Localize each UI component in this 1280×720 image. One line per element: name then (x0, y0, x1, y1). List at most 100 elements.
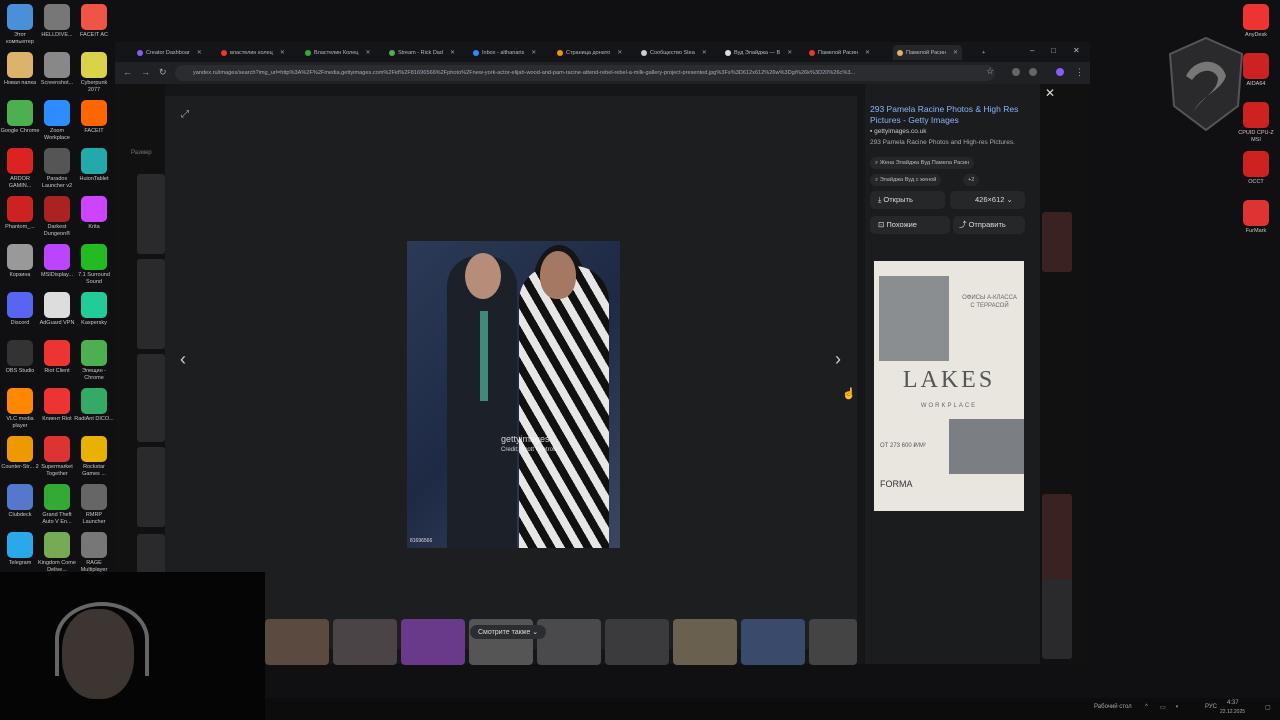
extensions-puzzle-icon[interactable] (1029, 68, 1037, 76)
desktop-shortcut[interactable]: 7.1 Surround Sound (74, 244, 114, 285)
desktop-shortcut[interactable]: RadiAnt DICO... (74, 388, 114, 423)
see-also-thumb[interactable] (333, 619, 397, 665)
see-also-thumb[interactable] (265, 619, 329, 665)
see-also-thumb[interactable] (401, 619, 465, 665)
desktop-shortcut[interactable]: Telegram (0, 532, 40, 567)
clock-date[interactable]: 22.12.2025 (1220, 709, 1245, 715)
desktop-shortcut[interactable]: HuionTablet (74, 148, 114, 183)
tag-chip[interactable]: ⌕ Элайджа Вуд с женой (870, 174, 942, 186)
desktop-shortcut[interactable]: Screenshot... (37, 52, 77, 87)
tab-close-icon[interactable]: ✕ (865, 49, 870, 56)
see-also-thumb[interactable] (537, 619, 601, 665)
desktop-shortcut[interactable]: VLC media player (0, 388, 40, 429)
fullscreen-icon[interactable]: ⤢ (181, 109, 189, 120)
desktop-shortcut[interactable]: Kingdom Come Delive... (37, 532, 77, 573)
reload-icon[interactable]: ↻ (159, 67, 167, 78)
desktop-shortcut[interactable]: OBS Studio (0, 340, 40, 375)
tab-close-icon[interactable]: ✕ (787, 49, 792, 56)
desktop-shortcut[interactable]: Counter-Str... 2 (0, 436, 40, 471)
tab-close-icon[interactable]: ✕ (365, 49, 370, 56)
tab-close-icon[interactable]: ✕ (531, 49, 536, 56)
desktop-shortcut[interactable]: RAGE Multiplayer (74, 532, 114, 573)
browser-tab[interactable]: Сообщество Stea ✕ (641, 45, 707, 60)
tab-close-icon[interactable]: ✕ (953, 49, 958, 56)
size-filter[interactable]: Размер (131, 150, 152, 156)
source-title-link[interactable]: 293 Pamela Racine Photos & High Res Pict… (870, 104, 1035, 126)
desktop-shortcut[interactable]: Clubdeck (0, 484, 40, 519)
result-thumb[interactable] (137, 259, 165, 349)
tab-close-icon[interactable]: ✕ (702, 49, 707, 56)
desktop-shortcut[interactable]: AdGuard VPN (37, 292, 77, 327)
desktop-shortcut[interactable]: Этот компьютер (0, 4, 40, 45)
desktop-shortcut[interactable]: RMRP Launcher (74, 484, 114, 525)
new-tab-button[interactable]: + (982, 45, 985, 60)
profile-avatar[interactable] (1056, 68, 1064, 76)
desktop-shortcut[interactable]: Новая папка (0, 52, 40, 87)
close-window-icon[interactable]: ✕ (1073, 46, 1080, 55)
result-thumb[interactable] (1042, 212, 1072, 272)
browser-tab[interactable]: Страница донато ✕ (557, 45, 622, 60)
desktop-shortcut[interactable]: Cyberpunk 2077 (74, 52, 114, 93)
desktop-shortcut[interactable]: Zoom Workplace (37, 100, 77, 141)
desktop-shortcut[interactable]: Kaspersky (74, 292, 114, 327)
desktop-shortcut[interactable]: Krita (74, 196, 114, 231)
desktop-shortcut[interactable]: Корзина (0, 244, 40, 279)
browser-tab[interactable]: Stream - Rick Dad ✕ (389, 45, 455, 60)
desktop-shortcut[interactable]: Google Chrome (0, 100, 40, 135)
close-viewer-icon[interactable]: ✕ (1045, 86, 1055, 100)
extension-icon[interactable] (1012, 68, 1020, 76)
browser-tab[interactable]: Памелой Расин ✕ (893, 45, 963, 60)
desktop-shortcut[interactable]: Элещин - Chrome (74, 340, 114, 381)
desktop-shortcut[interactable]: Darkest Dungeon® (37, 196, 77, 237)
result-thumb[interactable] (137, 354, 165, 442)
share-button[interactable]: ⤴ Отправить (953, 216, 1025, 234)
desktop-shortcut[interactable]: Riot Client (37, 340, 77, 375)
tray-chevron-icon[interactable]: ^ (1145, 704, 1148, 710)
tag-chip[interactable]: ⌕ Жена Элайджа Вуд Памела Расин (870, 157, 975, 169)
open-image-button[interactable]: ⤓ Открыть (870, 191, 945, 209)
prev-image-arrow-icon[interactable]: ‹ (180, 349, 186, 370)
desktop-shortcut[interactable]: Supermarket Together (37, 436, 77, 477)
advertisement-banner[interactable]: ОФИСЫ А-КЛАССА С ТЕРРАСОЙ LAKES WORKPLAC… (874, 261, 1024, 511)
size-select[interactable]: 426×612 ⌄ (950, 191, 1025, 209)
network-icon[interactable]: ▭ (1160, 704, 1166, 711)
browser-tab[interactable]: Памелой Расин ✕ (809, 45, 870, 60)
next-image-arrow-icon[interactable]: › (835, 349, 841, 370)
forward-icon[interactable]: → (141, 67, 150, 77)
desktop-shortcut[interactable]: Paradox Launcher v2 (37, 148, 77, 189)
tab-close-icon[interactable]: ✕ (450, 49, 455, 56)
more-tags-chip[interactable]: +2 (963, 174, 980, 186)
source-site[interactable]: ▪ gettyimages.co.uk (870, 128, 927, 135)
url-bar[interactable]: yandex.ru/images/search?img_url=http%3A%… (175, 65, 995, 81)
similar-images-button[interactable]: ⊡ Похожие (870, 216, 950, 234)
see-also-button[interactable]: Смотрите также ⌄ (470, 625, 547, 639)
minimize-icon[interactable]: – (1030, 46, 1034, 55)
language-indicator[interactable]: РУС (1205, 704, 1217, 710)
desktop-shortcut[interactable]: FurMark (1236, 200, 1276, 235)
bookmark-star-icon[interactable]: ☆ (986, 66, 994, 77)
notifications-icon[interactable]: ▢ (1265, 704, 1271, 711)
tab-close-icon[interactable]: ✕ (197, 49, 202, 56)
see-also-thumb[interactable] (809, 619, 857, 665)
browser-tab[interactable]: Властелин Колец ✕ (305, 45, 370, 60)
desktop-shortcut[interactable]: Клиент Riot (37, 388, 77, 423)
menu-kebab-icon[interactable]: ⋮ (1075, 67, 1084, 78)
see-also-thumb[interactable] (741, 619, 805, 665)
tab-close-icon[interactable]: ✕ (280, 49, 285, 56)
clock-time[interactable]: 4:37 (1227, 700, 1239, 706)
volume-icon[interactable]: ◖ (1175, 704, 1179, 710)
desktop-shortcut[interactable]: MSIDisplay... (37, 244, 77, 279)
browser-tab[interactable]: Creator Dashboar ✕ (137, 45, 202, 60)
browser-tab[interactable]: Вуд Элайджа — В ✕ (725, 45, 792, 60)
result-thumb[interactable] (1042, 579, 1072, 659)
see-also-thumb[interactable] (605, 619, 669, 665)
result-thumb[interactable] (137, 174, 165, 254)
result-thumb[interactable] (137, 447, 165, 527)
desktop-shortcut[interactable]: Phantom_... (0, 196, 40, 231)
browser-tab[interactable]: Inbox - althanaris ✕ (473, 45, 536, 60)
desktop-shortcut[interactable]: Rockstar Games ... (74, 436, 114, 477)
desktop-shortcut[interactable]: FACEIT AC (74, 4, 114, 39)
desktop-shortcut[interactable]: FACEIT (74, 100, 114, 135)
desktop-toolbar[interactable]: Рабочий стол (1094, 704, 1132, 710)
back-icon[interactable]: ← (123, 67, 132, 77)
